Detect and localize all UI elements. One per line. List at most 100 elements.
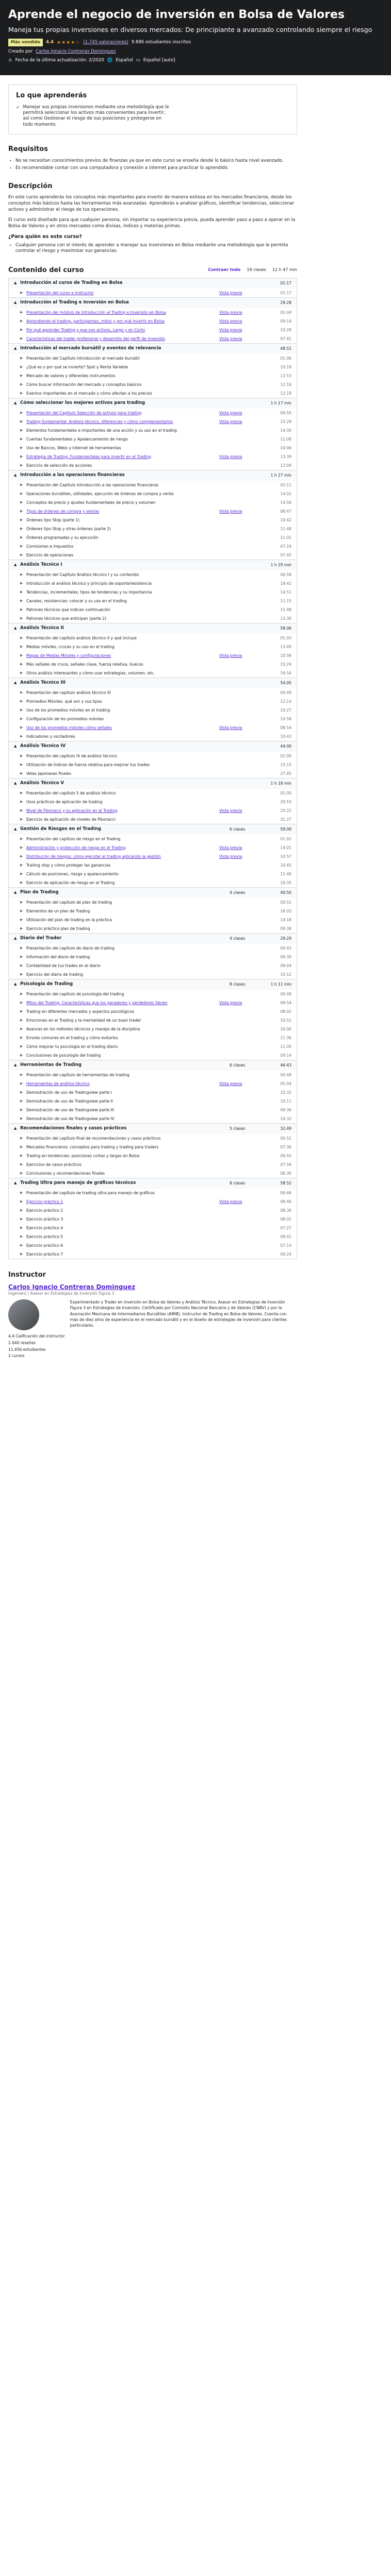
avatar[interactable] [8,1299,39,1331]
section-header[interactable]: ▲ Plan de Trading 4 clases 40:50 [9,888,297,899]
section-header[interactable]: ▲ Análisis Técnico V 1 h 18 min [9,778,297,789]
lecture-row: ▶ Velas japonesas finales 27:45 [9,769,297,778]
lecture-duration: 00:49 [280,690,291,695]
preview-link[interactable]: Vista previa [219,854,271,859]
section-header[interactable]: ▲ Recomendaciones finales y casos práctic… [9,1124,297,1134]
lecture-duration: 25:22 [280,808,291,813]
preview-link[interactable]: Vista previa [219,419,271,425]
author-link[interactable]: Carlos Ignacio Contreras Dominguez [36,49,116,55]
collapse-all-button[interactable]: Contraer todo [208,267,240,273]
lecture-title[interactable]: Presentación del curso e Instructor [26,291,219,296]
lecture-row[interactable]: ▶ Mapas de Medias Móviles y configuracion… [9,651,297,660]
section-title: Diario del Trader [20,936,62,941]
preview-link[interactable]: Vista previa [219,1081,271,1087]
play-icon: ▶ [20,509,23,513]
lecture-title[interactable]: Trading fundamental: Análisis técnico, d… [26,419,219,425]
lecture-title[interactable]: Por qué aprender Trading y que son activ… [26,328,219,333]
lecture-duration: 07:56 [280,1162,291,1167]
section-header[interactable]: ▲ Gestión de Riesgos en el Trading 6 clase… [9,824,297,835]
section-header[interactable]: ▲ Diario del Trader 4 clases 29:29 [9,934,297,944]
lecture-row: ▶ Presentación del capítulo análisis técn… [9,688,297,697]
lecture-title[interactable]: Administración y protección de riesgo en… [26,845,219,851]
preview-link[interactable]: Vista previa [219,653,271,658]
lecture-title: Órdenes programadas y su ejecución [26,535,99,540]
instructor-section-title: Instructor [8,1271,46,1279]
section-header[interactable]: ▲ Análisis Técnico II 58:06 [9,623,297,634]
lecture-row[interactable]: ▶ Características del trader profesional … [9,334,297,343]
preview-link[interactable]: Vista previa [219,454,271,460]
lecture-row[interactable]: ▶ Tipos de órdenes de compra y ventas Vist… [9,507,297,516]
lecture-title[interactable]: Mitos del Trading: Características que l… [26,1001,219,1006]
chevron-up-icon: ▲ [14,281,17,285]
section-duration: 44:00 [280,744,291,749]
lecture-row[interactable]: ▶ Presentación del módulo de Introducción… [9,308,297,317]
section-duration: 1 h 11 min [270,982,291,987]
reviews-link[interactable]: (1.745 valoraciones) [83,40,128,45]
lecture-row[interactable]: ▶ Mitos del Trading: Características que … [9,998,297,1007]
preview-link[interactable]: Vista previa [219,725,271,731]
play-icon: ▶ [20,1035,23,1040]
section-header[interactable]: ▲ Introducción a las operaciones financie… [9,470,297,481]
lecture-row[interactable]: ▶ Estrategia de Trading: Fundamentales pa… [9,452,297,461]
section-header[interactable]: ▲ Introducción al curso de Trading en Bol… [9,278,297,289]
preview-link[interactable]: Vista previa [219,411,271,416]
lecture-title[interactable]: Estrategia de Trading: Fundamentales par… [26,454,219,460]
section-header[interactable]: ▲ Cómo seleccionar los mejores activos pa… [9,398,297,409]
lecture-title: Promedios Móviles: qué son y sus tipos [26,699,102,704]
preview-link[interactable]: Vista previa [219,291,271,296]
play-icon: ▶ [20,1162,23,1166]
section-header[interactable]: ▲ Análisis Técnico IV 44:00 [9,741,297,752]
play-icon: ▶ [20,817,23,821]
preview-link[interactable]: Vista previa [219,310,271,315]
lecture-title[interactable]: Presentación del Capítulo Selección de a… [26,411,219,416]
preview-link[interactable]: Vista previa [219,509,271,514]
lecture-title: Ejercicio práctico 6 [26,1243,63,1248]
lecture-title: Presentación del capítulo de psicología … [26,991,124,996]
lecture-duration: 05:04 [280,1081,291,1086]
play-icon: ▶ [20,1098,23,1103]
lecture-title[interactable]: Aprendiendo el trading, participantes, m… [26,319,219,324]
lecture-title[interactable]: Mapas de Medias Móviles y configuracione… [26,653,219,658]
preview-link[interactable]: Vista previa [219,808,271,814]
lecture-row[interactable]: ▶ Ejercicio práctico 1 Vista previa 08:46 [9,1197,297,1206]
instructor-name[interactable]: Carlos Ignacio Contreras Dominguez [8,1283,297,1291]
chevron-up-icon: ▲ [14,781,17,786]
section-title: Recomendaciones finales y casos práctico… [20,1126,127,1131]
lecture-row[interactable]: ▶ Aprendiendo el trading, participantes, … [9,317,297,326]
section-header[interactable]: ▲ Análisis Técnico III 54:05 [9,678,297,689]
section-header[interactable]: ▲ Análisis Técnico I 1 h 29 min [9,560,297,571]
lecture-row: ▶ Medias móviles, cruces y su uso en el t… [9,642,297,651]
lecture-row[interactable]: ▶ Herramientas de análisis técnico Vista p… [9,1079,297,1088]
lecture-row[interactable]: ▶ Por qué aprender Trading y que son acti… [9,326,297,334]
lecture-row[interactable]: ▶ Administración y protección de riesgo e… [9,843,297,852]
lecture-row[interactable]: ▶ Uso de los promedios móviles cómo señal… [9,723,297,732]
preview-link[interactable]: Vista previa [219,336,271,342]
lecture-title[interactable]: Presentación del módulo de Introducción … [26,310,219,315]
lecture-row[interactable]: ▶ Distribución de riesgos: cómo ejecutar … [9,852,297,861]
section-header[interactable]: ▲ Introducción al mercado bursátil y even… [9,344,297,354]
lecture-row[interactable]: ▶ Presentación del Capítulo Selección de … [9,409,297,417]
preview-link[interactable]: Vista previa [219,845,271,851]
lecture-title[interactable]: Tipos de órdenes de compra y ventas [26,509,219,514]
preview-link[interactable]: Vista previa [219,319,271,324]
lecture-row[interactable]: ▶ Nivel de Fibonacci y su aplicación en e… [9,806,297,815]
section-header[interactable]: ▲ Trading Ultra para manejo de gráficos t… [9,1178,297,1189]
lecture-row[interactable]: ▶ Trading fundamental: Análisis técnico, … [9,417,297,426]
lecture-row: ▶ Ejercicio práctico 3 08:02 [9,1215,297,1224]
section-lecture-count: 4 clases [230,936,246,941]
section-header[interactable]: ▲ Herramientas de Trading 6 clases 46:43 [9,1060,297,1071]
lecture-title[interactable]: Ejercicio práctico 1 [26,1199,219,1205]
lecture-row[interactable]: ▶ Presentación del curso e Instructor Vist… [9,289,297,297]
preview-link[interactable]: Vista previa [219,1199,271,1205]
lecture-title[interactable]: Nivel de Fibonacci y su aplicación en el… [26,808,219,814]
lecture-title[interactable]: Herramientas de análisis técnico [26,1081,219,1087]
lecture-title[interactable]: Características del trader profesional y… [26,336,219,342]
section-header[interactable]: ▲ Introducción al Trading e Inversión en … [9,298,297,309]
lecture-row: ▶ Trading en tendencias: posiciones corta… [9,1151,297,1160]
preview-link[interactable]: Vista previa [219,328,271,333]
section-header[interactable]: ▲ Psicología de Trading 8 clases 1 h 11 min [9,979,297,990]
lecture-title[interactable]: Distribución de riesgos: cómo ejecutar e… [26,854,219,859]
lecture-duration: 15:24 [280,662,291,667]
preview-link[interactable]: Vista previa [219,1001,271,1006]
lecture-title[interactable]: Uso de los promedios móviles cómo señale… [26,725,219,731]
